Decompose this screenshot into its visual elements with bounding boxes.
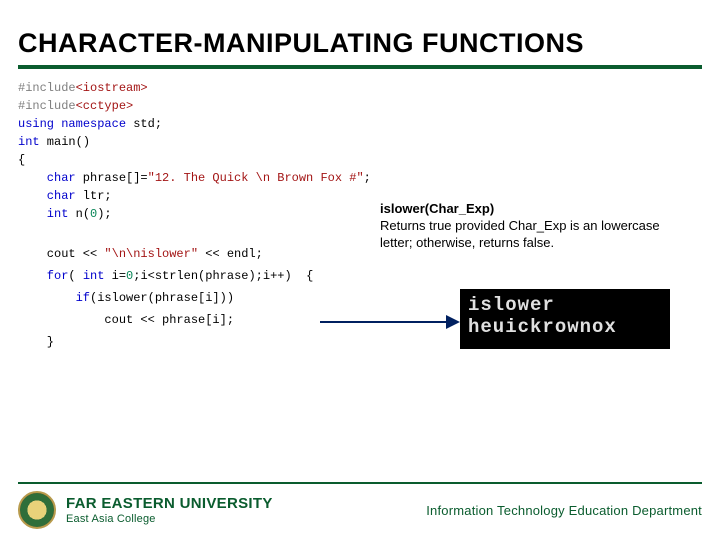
code-text: cout << phrase[i]; [18, 313, 234, 327]
code-text: << endl; [198, 247, 263, 261]
slide-title: CHARACTER-MANIPULATING FUNCTIONS [0, 0, 720, 65]
code-text: <iostream> [76, 81, 148, 95]
code-text: int [76, 269, 105, 283]
code-text: int [18, 135, 40, 149]
university-name: FAR EASTERN UNIVERSITY [66, 495, 273, 512]
department-name: Information Technology Education Departm… [426, 503, 702, 518]
terminal-line: heuickrownox [468, 317, 662, 339]
code-text: char [18, 189, 76, 203]
callout-description: Returns true provided Char_Exp is an low… [380, 218, 680, 252]
code-text: i= [104, 269, 126, 283]
code-text: main() [40, 135, 90, 149]
code-text: n( [68, 207, 90, 221]
code-text: ; [364, 171, 371, 185]
code-text: ;i<strlen(phrase);i++) { [133, 269, 313, 283]
code-text: char [18, 171, 76, 185]
code-text: namespace [54, 117, 126, 131]
code-text: if [18, 291, 90, 305]
code-text: (islower(phrase[i])) [90, 291, 234, 305]
university-sub: East Asia College [66, 513, 273, 525]
code-text: } [18, 335, 54, 349]
code-text: "12. The Quick \n Brown Fox #" [148, 171, 364, 185]
university-seal-icon [18, 491, 56, 529]
content-area: #include<iostream> #include<cctype> usin… [0, 79, 720, 459]
terminal-output: islower heuickrownox [460, 289, 670, 349]
code-text: <cctype> [76, 99, 134, 113]
code-text: ); [97, 207, 111, 221]
code-text: ltr; [76, 189, 112, 203]
code-text: phrase[]= [76, 171, 148, 185]
university-block: FAR EASTERN UNIVERSITY East Asia College [66, 495, 273, 525]
footer: FAR EASTERN UNIVERSITY East Asia College… [0, 482, 720, 540]
callout-signature: islower(Char_Exp) [380, 201, 680, 218]
callout-box: islower(Char_Exp) Returns true provided … [380, 201, 680, 252]
code-text: ( [68, 269, 75, 283]
code-text: int [18, 207, 68, 221]
title-rule [18, 65, 702, 69]
code-text: using [18, 117, 54, 131]
arrow-icon [320, 317, 460, 327]
code-text: std; [126, 117, 162, 131]
code-text: cout << [18, 247, 104, 261]
code-text: { [18, 153, 25, 167]
code-text: #include [18, 99, 76, 113]
code-text: for [18, 269, 68, 283]
code-text: "\n\nislower" [104, 247, 198, 261]
footer-rule [18, 482, 702, 484]
terminal-line: islower [468, 295, 662, 317]
code-text: #include [18, 81, 76, 95]
